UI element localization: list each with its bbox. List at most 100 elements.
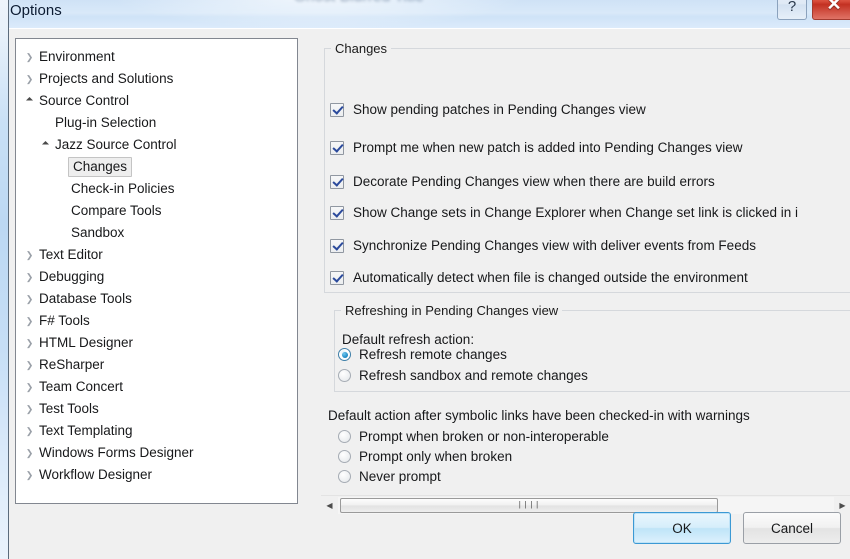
radio-label: Prompt only when broken <box>359 449 513 464</box>
refresh-radio-1[interactable]: Refresh remote changes <box>338 347 507 362</box>
tree-item-f-tools[interactable]: F# Tools <box>16 310 297 332</box>
refresh-radio-2[interactable]: Refresh sandbox and remote changes <box>338 368 588 383</box>
expand-chevron-icon[interactable] <box>22 464 37 486</box>
checkbox-label: Show Change sets in Change Explorer when… <box>353 205 798 220</box>
checkbox-label: Decorate Pending Changes view when there… <box>353 174 715 189</box>
tree-item-label: Check-in Policies <box>71 181 175 196</box>
checkbox-icon[interactable] <box>330 270 344 285</box>
checkbox-icon[interactable] <box>330 238 344 253</box>
tree-item-label: Projects and Solutions <box>39 71 174 86</box>
tree-item-source-control[interactable]: Source Control <box>16 90 297 112</box>
checkbox-row-1[interactable]: Show pending patches in Pending Changes … <box>330 102 646 117</box>
tree-item-database-tools[interactable]: Database Tools <box>16 288 297 310</box>
refresh-group-title: Refreshing in Pending Changes view <box>341 303 563 318</box>
cancel-button[interactable]: Cancel <box>743 512 841 544</box>
tree-item-debugging[interactable]: Debugging <box>16 266 297 288</box>
collapse-triangle-icon[interactable] <box>22 90 37 112</box>
tree-item-text-editor[interactable]: Text Editor <box>16 244 297 266</box>
expand-chevron-icon[interactable] <box>22 288 37 310</box>
tree-item-check-in-policies[interactable]: Check-in Policies <box>16 178 297 200</box>
expand-chevron-icon[interactable] <box>22 68 37 90</box>
tree-item-label: Windows Forms Designer <box>39 445 194 460</box>
expand-chevron-icon[interactable] <box>22 376 37 398</box>
scroll-right-arrow-icon[interactable]: ▶ <box>834 496 850 514</box>
tree-item-resharper[interactable]: ReSharper <box>16 354 297 376</box>
tree-item-sandbox[interactable]: Sandbox <box>16 222 297 244</box>
collapse-triangle-icon[interactable] <box>38 134 53 156</box>
checkbox-label: Automatically detect when file is change… <box>353 270 748 285</box>
expand-chevron-icon[interactable] <box>22 398 37 420</box>
tree-item-label: Database Tools <box>39 291 132 306</box>
tree-item-label: Changes <box>68 157 133 177</box>
tree-item-windows-forms-designer[interactable]: Windows Forms Designer <box>16 442 297 464</box>
expand-chevron-icon[interactable] <box>22 420 37 442</box>
expand-chevron-icon[interactable] <box>22 442 37 464</box>
help-button[interactable]: ? <box>777 0 807 20</box>
symlink-radio-3[interactable]: Never prompt <box>338 469 441 484</box>
symlink-group-title: Default action after symbolic links have… <box>328 408 750 423</box>
checkbox-row-4[interactable]: Show Change sets in Change Explorer when… <box>330 205 798 220</box>
tree-item-label: ReSharper <box>39 357 105 372</box>
tree-item-team-concert[interactable]: Team Concert <box>16 376 297 398</box>
tree-list: Environment Projects and Solutions Source … <box>16 39 297 486</box>
scrollbar-thumb[interactable]: |||| <box>340 497 718 513</box>
scrollbar-grip: |||| <box>517 500 541 510</box>
tree-item-workflow-designer[interactable]: Workflow Designer <box>16 464 297 486</box>
radio-icon[interactable] <box>338 470 351 483</box>
radio-icon[interactable] <box>338 348 351 361</box>
checkbox-icon[interactable] <box>330 174 344 189</box>
radio-icon[interactable] <box>338 430 351 443</box>
ok-button[interactable]: OK <box>633 512 731 544</box>
tree-item-projects-and-solutions[interactable]: Projects and Solutions <box>16 68 297 90</box>
expand-chevron-icon[interactable] <box>22 354 37 376</box>
expand-chevron-icon[interactable] <box>22 310 37 332</box>
checkbox-icon[interactable] <box>330 140 344 155</box>
radio-icon[interactable] <box>338 369 351 382</box>
tree-item-compare-tools[interactable]: Compare Tools <box>16 200 297 222</box>
tree-item-text-templating[interactable]: Text Templating <box>16 420 297 442</box>
scroll-left-arrow-icon[interactable]: ◀ <box>321 496 338 514</box>
options-dialog-window: Ghost Blurred Title Options ? ✕ Environm… <box>0 0 850 559</box>
expand-chevron-icon[interactable] <box>22 244 37 266</box>
tree-item-label: HTML Designer <box>39 335 134 350</box>
scrollbar-track[interactable]: |||| <box>338 496 834 514</box>
symlink-radio-1[interactable]: Prompt when broken or non-interoperable <box>338 429 609 444</box>
changes-groupbox: Changes <box>324 41 850 293</box>
checkbox-row-6[interactable]: Automatically detect when file is change… <box>330 270 748 285</box>
tree-item-environment[interactable]: Environment <box>16 46 297 68</box>
checkbox-row-2[interactable]: Prompt me when new patch is added into P… <box>330 140 742 155</box>
expand-chevron-icon[interactable] <box>22 266 37 288</box>
close-icon[interactable]: ✕ <box>812 0 850 20</box>
tree-item-label: Team Concert <box>39 379 124 394</box>
symlink-radio-2[interactable]: Prompt only when broken <box>338 449 512 464</box>
options-content-panel: Changes Show pending patches in Pending … <box>312 38 850 488</box>
tree-item-plug-in-selection[interactable]: Plug-in Selection <box>16 112 297 134</box>
radio-icon[interactable] <box>338 450 351 463</box>
checkbox-row-5[interactable]: Synchronize Pending Changes view with de… <box>330 238 756 253</box>
tree-item-test-tools[interactable]: Test Tools <box>16 398 297 420</box>
title-bar: Ghost Blurred Title <box>9 0 850 28</box>
changes-group-title: Changes <box>331 41 392 56</box>
tree-item-label: Debugging <box>39 269 105 284</box>
tree-item-label: Workflow Designer <box>39 467 153 482</box>
tree-item-label: Text Editor <box>39 247 103 262</box>
tree-item-label: Plug-in Selection <box>55 115 157 130</box>
radio-label: Refresh sandbox and remote changes <box>359 368 588 383</box>
background-window-title: Ghost Blurred Title <box>294 0 424 5</box>
tree-item-label: Jazz Source Control <box>55 137 177 152</box>
checkbox-row-3[interactable]: Decorate Pending Changes view when there… <box>330 174 715 189</box>
page-title: Options <box>10 2 62 19</box>
radio-label: Refresh remote changes <box>359 347 507 362</box>
options-category-tree[interactable]: Environment Projects and Solutions Source … <box>15 38 298 504</box>
checkbox-icon[interactable] <box>330 205 344 220</box>
checkbox-icon[interactable] <box>330 102 344 117</box>
expand-chevron-icon[interactable] <box>22 46 37 68</box>
tree-item-html-designer[interactable]: HTML Designer <box>16 332 297 354</box>
checkbox-label: Prompt me when new patch is added into P… <box>353 140 743 155</box>
tree-item-label: Text Templating <box>39 423 133 438</box>
tree-item-changes[interactable]: Changes <box>16 156 297 178</box>
tree-item-label: F# Tools <box>39 313 90 328</box>
dialog-body: Environment Projects and Solutions Source … <box>9 28 850 559</box>
expand-chevron-icon[interactable] <box>22 332 37 354</box>
tree-item-jazz-source-control[interactable]: Jazz Source Control <box>16 134 297 156</box>
